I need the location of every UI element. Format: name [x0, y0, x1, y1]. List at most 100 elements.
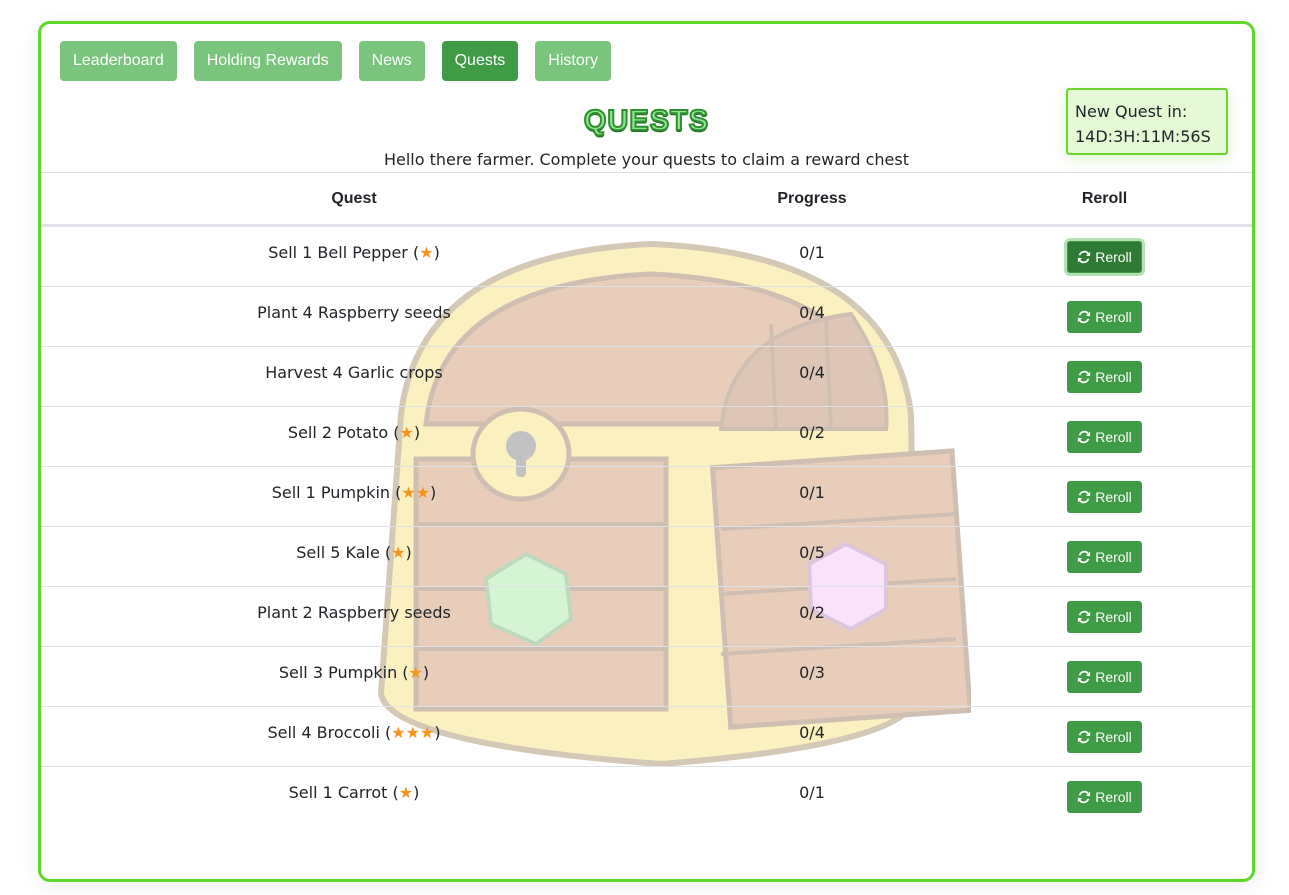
- column-header-progress: Progress: [777, 189, 847, 207]
- sync-icon: [1078, 730, 1091, 743]
- star-icon: ★★: [401, 483, 431, 502]
- reroll-label: Reroll: [1095, 428, 1132, 445]
- quest-cell: Sell 1 Bell Pepper (★): [41, 227, 667, 286]
- quest-name: Sell 5 Kale: [296, 543, 380, 562]
- column-header-reroll: Reroll: [1081, 189, 1128, 207]
- reroll-button[interactable]: Reroll: [1067, 540, 1142, 573]
- reroll-cell: Reroll: [957, 527, 1252, 586]
- progress-cell: 0/1: [799, 783, 825, 802]
- progress-cell: 0/4: [799, 303, 825, 322]
- sync-icon: [1078, 670, 1091, 683]
- reroll-label: Reroll: [1095, 728, 1132, 745]
- quest-cell: Plant 2 Raspberry seeds: [41, 587, 667, 646]
- tab-holding-rewards[interactable]: Holding Rewards: [193, 41, 342, 81]
- sync-icon: [1078, 610, 1091, 623]
- sync-icon: [1078, 250, 1091, 263]
- difficulty-stars: (★★): [390, 483, 437, 502]
- table-row: Sell 2 Potato (★) 0/2 Reroll: [41, 406, 1252, 466]
- table-row: Plant 2 Raspberry seeds 0/2 Reroll: [41, 586, 1252, 646]
- quest-cell: Sell 1 Carrot (★): [41, 767, 667, 826]
- quest-cell: Plant 4 Raspberry seeds: [41, 287, 667, 346]
- reroll-label: Reroll: [1095, 368, 1132, 385]
- tab-history[interactable]: History: [535, 41, 612, 81]
- sync-icon: [1078, 310, 1091, 323]
- quests-table: Quest Progress Reroll Sell 1 Bell Pepper…: [41, 172, 1252, 826]
- table-row: Sell 1 Carrot (★) 0/1 Reroll: [41, 766, 1252, 826]
- column-header-quest: Quest: [331, 189, 377, 207]
- reroll-label: Reroll: [1095, 488, 1132, 505]
- table-row: Sell 1 Bell Pepper (★) 0/1 Reroll: [41, 226, 1252, 286]
- quest-cell: Sell 5 Kale (★): [41, 527, 667, 586]
- reroll-cell: Reroll: [957, 347, 1252, 406]
- difficulty-stars: (★): [379, 543, 412, 562]
- reroll-label: Reroll: [1095, 608, 1132, 625]
- tab-quests[interactable]: Quests: [441, 41, 519, 81]
- quest-cell: Harvest 4 Garlic crops: [41, 347, 667, 406]
- page-title: QUESTS: [583, 104, 710, 138]
- table-row: Sell 3 Pumpkin (★) 0/3 Reroll: [41, 646, 1252, 706]
- reroll-cell: Reroll: [957, 707, 1252, 766]
- table-header: Quest Progress Reroll: [41, 172, 1252, 226]
- sync-icon: [1078, 430, 1091, 443]
- difficulty-stars: (★): [388, 423, 421, 442]
- table-row: Sell 5 Kale (★) 0/5 Reroll: [41, 526, 1252, 586]
- tab-news[interactable]: News: [358, 41, 425, 81]
- star-icon: ★: [408, 663, 423, 682]
- reroll-cell: Reroll: [957, 647, 1252, 706]
- star-icon: ★: [419, 243, 434, 262]
- quest-cell: Sell 3 Pumpkin (★): [41, 647, 667, 706]
- progress-cell: 0/3: [799, 663, 825, 682]
- reroll-cell: Reroll: [957, 407, 1252, 466]
- quest-name: Sell 1 Pumpkin: [271, 483, 391, 502]
- reroll-button[interactable]: Reroll: [1067, 600, 1142, 633]
- quest-cell: Sell 2 Potato (★): [41, 407, 667, 466]
- difficulty-stars: (★): [407, 243, 440, 262]
- reroll-button[interactable]: Reroll: [1067, 300, 1142, 333]
- reroll-button[interactable]: Reroll: [1067, 720, 1142, 753]
- quest-name: Harvest 4 Garlic crops: [265, 363, 443, 382]
- difficulty-stars: (★★★): [379, 723, 441, 742]
- star-icon: ★: [399, 423, 414, 442]
- reroll-button[interactable]: Reroll: [1067, 780, 1142, 813]
- reroll-cell: Reroll: [957, 467, 1252, 526]
- quests-panel: Leaderboard Holding Rewards News Quests …: [38, 21, 1255, 882]
- table-row: Plant 4 Raspberry seeds 0/4 Reroll: [41, 286, 1252, 346]
- quest-name: Sell 1 Carrot: [288, 783, 388, 802]
- reroll-cell: Reroll: [957, 227, 1252, 286]
- reroll-label: Reroll: [1095, 308, 1132, 325]
- progress-cell: 0/2: [799, 603, 825, 622]
- difficulty-stars: (★): [397, 663, 430, 682]
- quest-name: Sell 3 Pumpkin: [278, 663, 398, 682]
- star-icon: ★: [398, 783, 414, 802]
- quest-name: Plant 2 Raspberry seeds: [257, 603, 451, 622]
- table-row: Sell 1 Pumpkin (★★) 0/1 Reroll: [41, 466, 1252, 526]
- reroll-label: Reroll: [1095, 548, 1132, 565]
- quest-cell: Sell 4 Broccoli (★★★): [41, 707, 667, 766]
- reroll-button[interactable]: Reroll: [1067, 240, 1142, 273]
- reroll-button[interactable]: Reroll: [1067, 360, 1142, 393]
- table-row: Harvest 4 Garlic crops 0/4 Reroll: [41, 346, 1252, 406]
- progress-cell: 0/1: [799, 483, 825, 502]
- reroll-button[interactable]: Reroll: [1067, 420, 1142, 453]
- sync-icon: [1078, 790, 1091, 803]
- quest-name: Sell 2 Potato: [287, 423, 389, 442]
- reroll-cell: Reroll: [957, 767, 1252, 826]
- tab-bar: Leaderboard Holding Rewards News Quests …: [60, 41, 612, 81]
- reroll-button[interactable]: Reroll: [1067, 660, 1142, 693]
- reroll-button[interactable]: Reroll: [1067, 480, 1142, 513]
- difficulty-stars: (★): [387, 783, 420, 802]
- sync-icon: [1078, 490, 1091, 503]
- reroll-cell: Reroll: [957, 287, 1252, 346]
- sync-icon: [1078, 550, 1091, 563]
- reroll-label: Reroll: [1095, 668, 1132, 685]
- quest-name: Plant 4 Raspberry seeds: [257, 303, 451, 322]
- star-icon: ★: [391, 543, 406, 562]
- sync-icon: [1078, 370, 1091, 383]
- quest-name: Sell 1 Bell Pepper: [268, 243, 408, 262]
- tab-leaderboard[interactable]: Leaderboard: [60, 41, 177, 81]
- quest-name: Sell 4 Broccoli: [267, 723, 380, 742]
- progress-cell: 0/2: [799, 423, 825, 442]
- progress-cell: 0/4: [799, 723, 825, 742]
- table-row: Sell 4 Broccoli (★★★) 0/4 Reroll: [41, 706, 1252, 766]
- progress-cell: 0/1: [799, 243, 825, 262]
